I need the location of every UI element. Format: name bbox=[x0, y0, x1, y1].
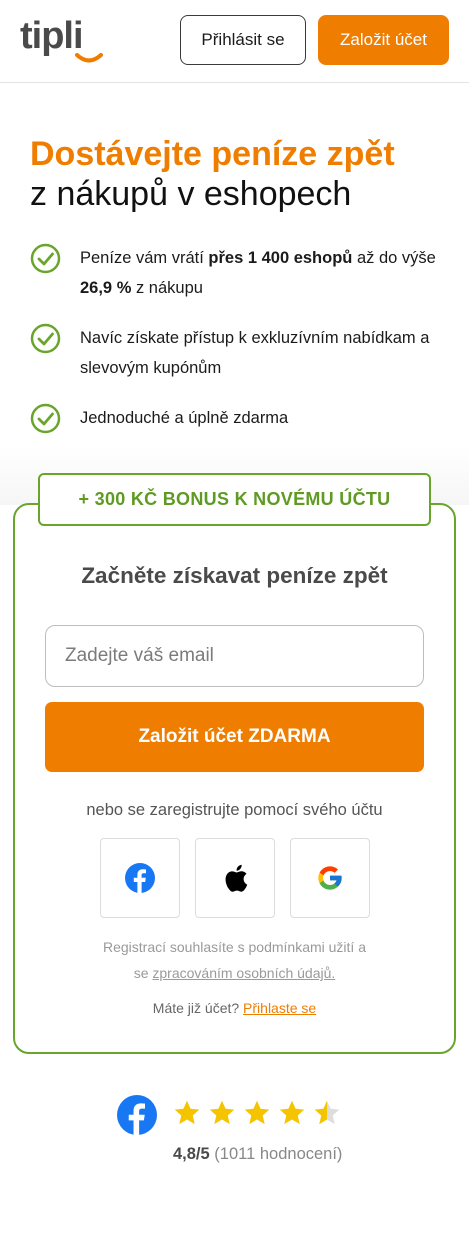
terms-text: Registrací souhlasíte s podmínkami užití… bbox=[102, 939, 366, 981]
login-button[interactable]: Přihlásit se bbox=[180, 15, 306, 65]
google-signup-button[interactable] bbox=[290, 838, 370, 918]
facebook-icon bbox=[117, 1095, 157, 1135]
check-circle-icon bbox=[30, 323, 61, 354]
register-button[interactable]: Založit účet bbox=[318, 15, 449, 65]
star-icon bbox=[244, 1100, 270, 1125]
social-signup-label: nebo se zaregistrujte pomocí svého účtu bbox=[86, 801, 383, 819]
tipli-logo[interactable]: tipli bbox=[20, 14, 110, 64]
hero-title: z nákupů v eshopech bbox=[30, 175, 352, 213]
rating-score: 4,8/5 bbox=[173, 1145, 210, 1163]
star-icon bbox=[279, 1100, 305, 1125]
benefit-text: Navíc získate přístup k exkluzívním nabí… bbox=[80, 329, 430, 377]
apple-signup-button[interactable] bbox=[195, 838, 275, 918]
privacy-link[interactable]: zpracováním osobních údajů. bbox=[152, 965, 335, 981]
rating-count: (1011 hodnocení) bbox=[214, 1145, 343, 1163]
half-star-icon bbox=[314, 1100, 340, 1125]
already-registered-text: Máte již účet? Přihlaste se bbox=[152, 1000, 317, 1016]
star-icon bbox=[209, 1100, 235, 1125]
create-account-button[interactable]: Založit účet ZDARMA bbox=[45, 702, 424, 772]
login-link[interactable]: Přihlaste se bbox=[243, 1000, 316, 1016]
rating-summary: 4,8/5 (1011 hodnocení) bbox=[173, 1145, 342, 1164]
email-input[interactable] bbox=[45, 625, 424, 687]
apple-icon bbox=[225, 864, 248, 892]
signup-title: Začněte získavat peníze zpět bbox=[81, 563, 388, 588]
header: tipli Přihlásit se Založit účet bbox=[0, 0, 469, 83]
benefit-text: Jednoduché a úplně zdarma bbox=[80, 409, 289, 427]
facebook-icon bbox=[125, 863, 155, 893]
google-icon bbox=[318, 866, 342, 890]
check-circle-icon bbox=[30, 403, 61, 434]
smile-icon bbox=[75, 53, 103, 63]
hero-title-accent: Dostávejte peníze zpět bbox=[30, 135, 395, 173]
check-circle-icon bbox=[30, 243, 61, 274]
facebook-signup-button[interactable] bbox=[100, 838, 180, 918]
bonus-badge: + 300 KČ BONUS K NOVÉMU ÚČTU bbox=[38, 473, 431, 526]
star-icon bbox=[174, 1100, 200, 1125]
benefit-text: Peníze vám vrátí přes 1 400 eshopů až do… bbox=[80, 249, 436, 297]
